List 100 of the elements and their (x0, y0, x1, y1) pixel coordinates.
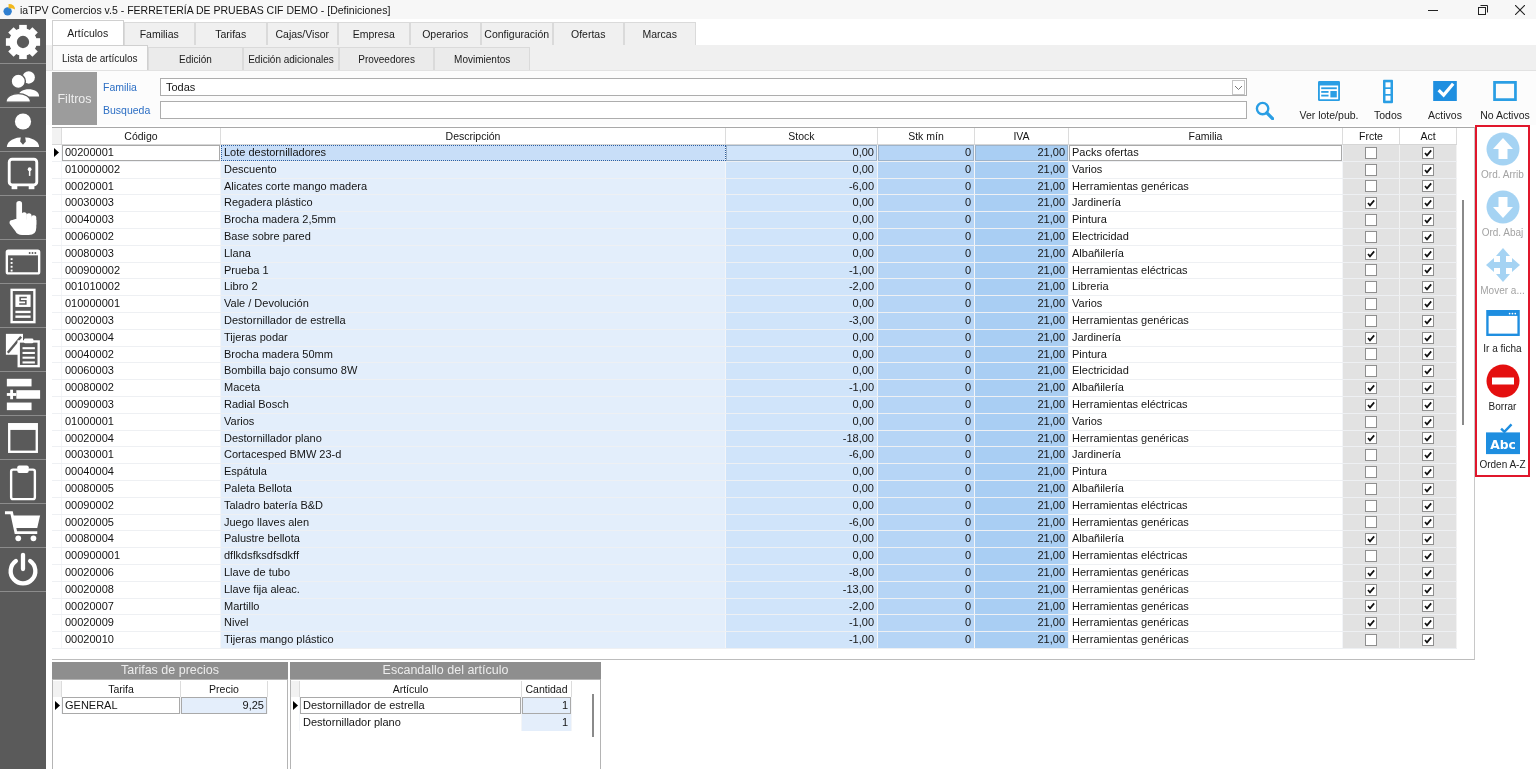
search-field[interactable] (160, 101, 1247, 119)
table-row[interactable]: 00080004 Palustre bellota 0,00 0 21,00 Albañilería (52, 531, 1457, 549)
checkbox[interactable] (1422, 566, 1434, 579)
checkbox[interactable] (1365, 264, 1377, 277)
table-row[interactable]: 000900002 Prueba 1 -1,00 0 21,00 Herramientas eléctricas (52, 262, 1457, 280)
checkbox[interactable] (1422, 214, 1434, 227)
table-row[interactable]: 00060002 Base sobre pared 0,00 0 21,00 Electricidad (52, 229, 1457, 246)
checkbox[interactable] (1422, 550, 1434, 562)
scrollbar-thumb[interactable] (592, 694, 594, 737)
scrollbar-thumb[interactable] (1462, 200, 1464, 425)
table-row[interactable]: 010000001 Vale / Devolución 0,00 0 21,00 Varios (52, 296, 1457, 313)
close-icon[interactable] (1515, 4, 1525, 15)
checkbox[interactable] (1422, 180, 1434, 193)
checkbox[interactable] (1365, 566, 1377, 579)
checkbox[interactable] (1422, 415, 1434, 428)
tab[interactable]: Ofertas (552, 22, 624, 45)
table-row[interactable]: 00200001 Lote destornilladores 0,00 0 21,00 Packs ofertas (52, 145, 1457, 162)
tab[interactable]: Marcas (624, 22, 696, 45)
panel-button[interactable]: Abc Orden A-Z (1477, 417, 1528, 475)
checkbox[interactable] (1365, 499, 1377, 512)
table-row[interactable]: 00080003 Llana 0,00 0 21,00 Albañilería (52, 245, 1457, 263)
checkbox[interactable] (1422, 197, 1434, 210)
checkbox[interactable] (1365, 230, 1377, 243)
tab[interactable]: Lista de artículos (52, 45, 148, 70)
checkbox[interactable] (1365, 197, 1377, 210)
tab[interactable]: Operarios (409, 22, 481, 45)
tab[interactable]: Empresa (338, 22, 410, 45)
table-row[interactable]: 010000002 Descuento 0,00 0 21,00 Varios (52, 161, 1457, 179)
table-row[interactable]: 00060003 Bombilla bajo consumo 8W 0,00 0 21,00 Electricidad (52, 363, 1457, 381)
table-row[interactable]: 00020003 Destornillador de estrella -3,00 0 21,00 Herramientas genéricas (52, 312, 1457, 330)
toolbar-button[interactable]: Ver lote/pub. (1296, 71, 1362, 125)
table-row[interactable]: 01000001 Varios 0,00 0 21,00 Varios (52, 413, 1457, 431)
checkbox[interactable] (1422, 264, 1434, 277)
checkbox[interactable] (1365, 281, 1377, 294)
checkbox[interactable] (1365, 449, 1377, 462)
checkbox[interactable] (1365, 600, 1377, 613)
checkbox[interactable] (1422, 146, 1434, 159)
table-row[interactable]: 00020006 Llave de tubo -8,00 0 21,00 Herramientas genéricas (52, 564, 1457, 582)
tab[interactable]: Edición (147, 47, 244, 70)
toolbar-button[interactable]: Activos (1414, 71, 1476, 125)
tab[interactable]: Artículos (52, 20, 124, 45)
checkbox[interactable] (1422, 499, 1434, 512)
toolbar-button[interactable]: No Activos (1476, 71, 1534, 125)
tab[interactable]: Tarifas (195, 22, 267, 45)
table-row[interactable]: 00020007 Martillo -2,00 0 21,00 Herramientas genéricas (52, 598, 1457, 616)
table-row[interactable]: Destornillador de estrella 1 (291, 697, 572, 714)
checkbox[interactable] (1422, 230, 1434, 243)
checkbox[interactable] (1365, 634, 1377, 646)
checkbox[interactable] (1422, 533, 1434, 546)
table-row[interactable]: 00020008 Llave fija aleac. -13,00 0 21,00 Herramientas genéricas (52, 581, 1457, 599)
checkbox[interactable] (1422, 432, 1434, 445)
tab[interactable]: Proveedores (338, 47, 435, 70)
checkbox[interactable] (1422, 281, 1434, 294)
checkbox[interactable] (1422, 314, 1434, 327)
search-icon[interactable] (1255, 101, 1274, 120)
checkbox[interactable] (1422, 466, 1434, 479)
checkbox[interactable] (1422, 298, 1434, 311)
checkbox[interactable] (1365, 617, 1377, 630)
table-row[interactable]: 00020009 Nivel -1,00 0 21,00 Herramientas genéricas (52, 615, 1457, 633)
table-row[interactable]: 00080005 Paleta Bellota 0,00 0 21,00 Albañilería (52, 480, 1457, 498)
checkbox[interactable] (1365, 533, 1377, 546)
tab[interactable]: Movimientos (434, 47, 530, 70)
table-row[interactable]: 00080002 Maceta -1,00 0 21,00 Albañilería (52, 380, 1457, 397)
checkbox[interactable] (1422, 600, 1434, 613)
checkbox[interactable] (1365, 214, 1377, 227)
tab[interactable]: Cajas/Visor (266, 22, 338, 45)
table-row[interactable]: 00090002 Taladro batería B&D 0,00 0 21,00 Herramientas eléctricas (52, 497, 1457, 515)
checkbox[interactable] (1422, 482, 1434, 495)
checkbox[interactable] (1365, 382, 1377, 395)
toolbar-button[interactable]: Todos (1362, 71, 1414, 125)
panel-button[interactable]: Borrar (1477, 359, 1528, 417)
checkbox[interactable] (1365, 247, 1377, 260)
checkbox[interactable] (1365, 314, 1377, 327)
table-row[interactable]: 00030003 Regadera plástico 0,00 0 21,00 Jardinería (52, 195, 1457, 213)
checkbox[interactable] (1422, 331, 1434, 344)
table-row[interactable]: 00020005 Juego llaves alen -6,00 0 21,00 Herramientas genéricas (52, 514, 1457, 532)
checkbox[interactable] (1365, 146, 1377, 159)
tab[interactable]: Edición adicionales (243, 47, 339, 70)
table-row[interactable]: 00040004 Espátula 0,00 0 21,00 Pintura (52, 464, 1457, 481)
checkbox[interactable] (1422, 163, 1434, 176)
checkbox[interactable] (1365, 365, 1377, 378)
table-row[interactable]: 00090003 Radial Bosch 0,00 0 21,00 Herramientas eléctricas (52, 396, 1457, 414)
checkbox[interactable] (1365, 550, 1377, 562)
table-row[interactable]: 00020001 Alicates corte mango madera -6,00 0 21,00 Herramientas genéricas (52, 178, 1457, 196)
checkbox[interactable] (1365, 482, 1377, 495)
checkbox[interactable] (1365, 432, 1377, 445)
tab[interactable]: Configuración (481, 22, 553, 45)
checkbox[interactable] (1422, 348, 1434, 361)
checkbox[interactable] (1422, 382, 1434, 395)
restore-icon[interactable] (1478, 4, 1488, 15)
table-row[interactable]: GENERAL 9,25 (53, 697, 268, 714)
table-row[interactable]: 00020010 Tijeras mango plástico -1,00 0 21,00 Herramientas genéricas (52, 632, 1457, 649)
checkbox[interactable] (1365, 583, 1377, 596)
checkbox[interactable] (1422, 365, 1434, 378)
checkbox[interactable] (1422, 398, 1434, 411)
checkbox[interactable] (1365, 163, 1377, 176)
checkbox[interactable] (1422, 583, 1434, 596)
table-row[interactable]: 00040003 Brocha madera 2,5mm 0,00 0 21,00 Pintura (52, 212, 1457, 229)
panel-button[interactable]: Ir a ficha (1477, 301, 1528, 359)
checkbox[interactable] (1422, 634, 1434, 646)
